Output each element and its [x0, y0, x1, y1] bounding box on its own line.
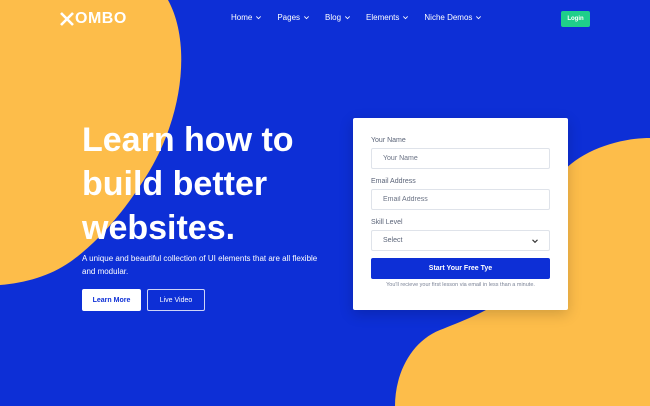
chevron-down-icon — [476, 16, 482, 20]
name-input[interactable] — [371, 148, 550, 169]
nav-item-label: Pages — [277, 13, 301, 22]
form-note: You'll recieve your first lesson via ema… — [386, 282, 535, 288]
nav-item-niche-demos[interactable]: Niche Demos — [424, 13, 482, 22]
nav-item-label: Home — [231, 13, 253, 22]
hero-title: Learn how to build better websites. — [82, 121, 294, 247]
hero-subtitle: A unique and beautiful collection of UI … — [82, 254, 318, 276]
nav-item-label: Blog — [325, 13, 342, 22]
main-nav: Home Pages Blog Elements Niche Demos — [231, 13, 482, 22]
nav-item-blog[interactable]: Blog — [325, 13, 351, 22]
name-label: Your Name — [371, 137, 406, 144]
nav-item-home[interactable]: Home — [231, 13, 262, 22]
email-input[interactable] — [371, 189, 550, 210]
chevron-down-icon — [532, 238, 538, 243]
chevron-down-icon — [345, 16, 351, 20]
logo[interactable]: OMBO — [60, 10, 127, 28]
chevron-down-icon — [256, 16, 262, 20]
learn-more-button[interactable]: Learn More — [82, 289, 141, 311]
logo-mark-icon — [60, 12, 74, 26]
nav-item-label: Niche Demos — [424, 13, 473, 22]
signup-form-card: Your Name Email Address Skill Level Sele… — [353, 118, 568, 310]
skill-level-value: Select — [383, 237, 403, 244]
start-free-trial-button[interactable]: Start Your Free Tye — [371, 258, 550, 279]
login-button[interactable]: Login — [561, 11, 590, 27]
skill-level-label: Skill Level — [371, 219, 403, 226]
skill-level-select[interactable]: Select — [371, 230, 550, 251]
chevron-down-icon — [304, 16, 310, 20]
logo-text: OMBO — [75, 10, 127, 27]
chevron-down-icon — [403, 16, 409, 20]
nav-item-pages[interactable]: Pages — [277, 13, 310, 22]
nav-item-label: Elements — [366, 13, 400, 22]
nav-item-elements[interactable]: Elements — [366, 13, 409, 22]
email-label: Email Address — [371, 178, 416, 185]
live-video-button[interactable]: Live Video — [147, 289, 205, 311]
